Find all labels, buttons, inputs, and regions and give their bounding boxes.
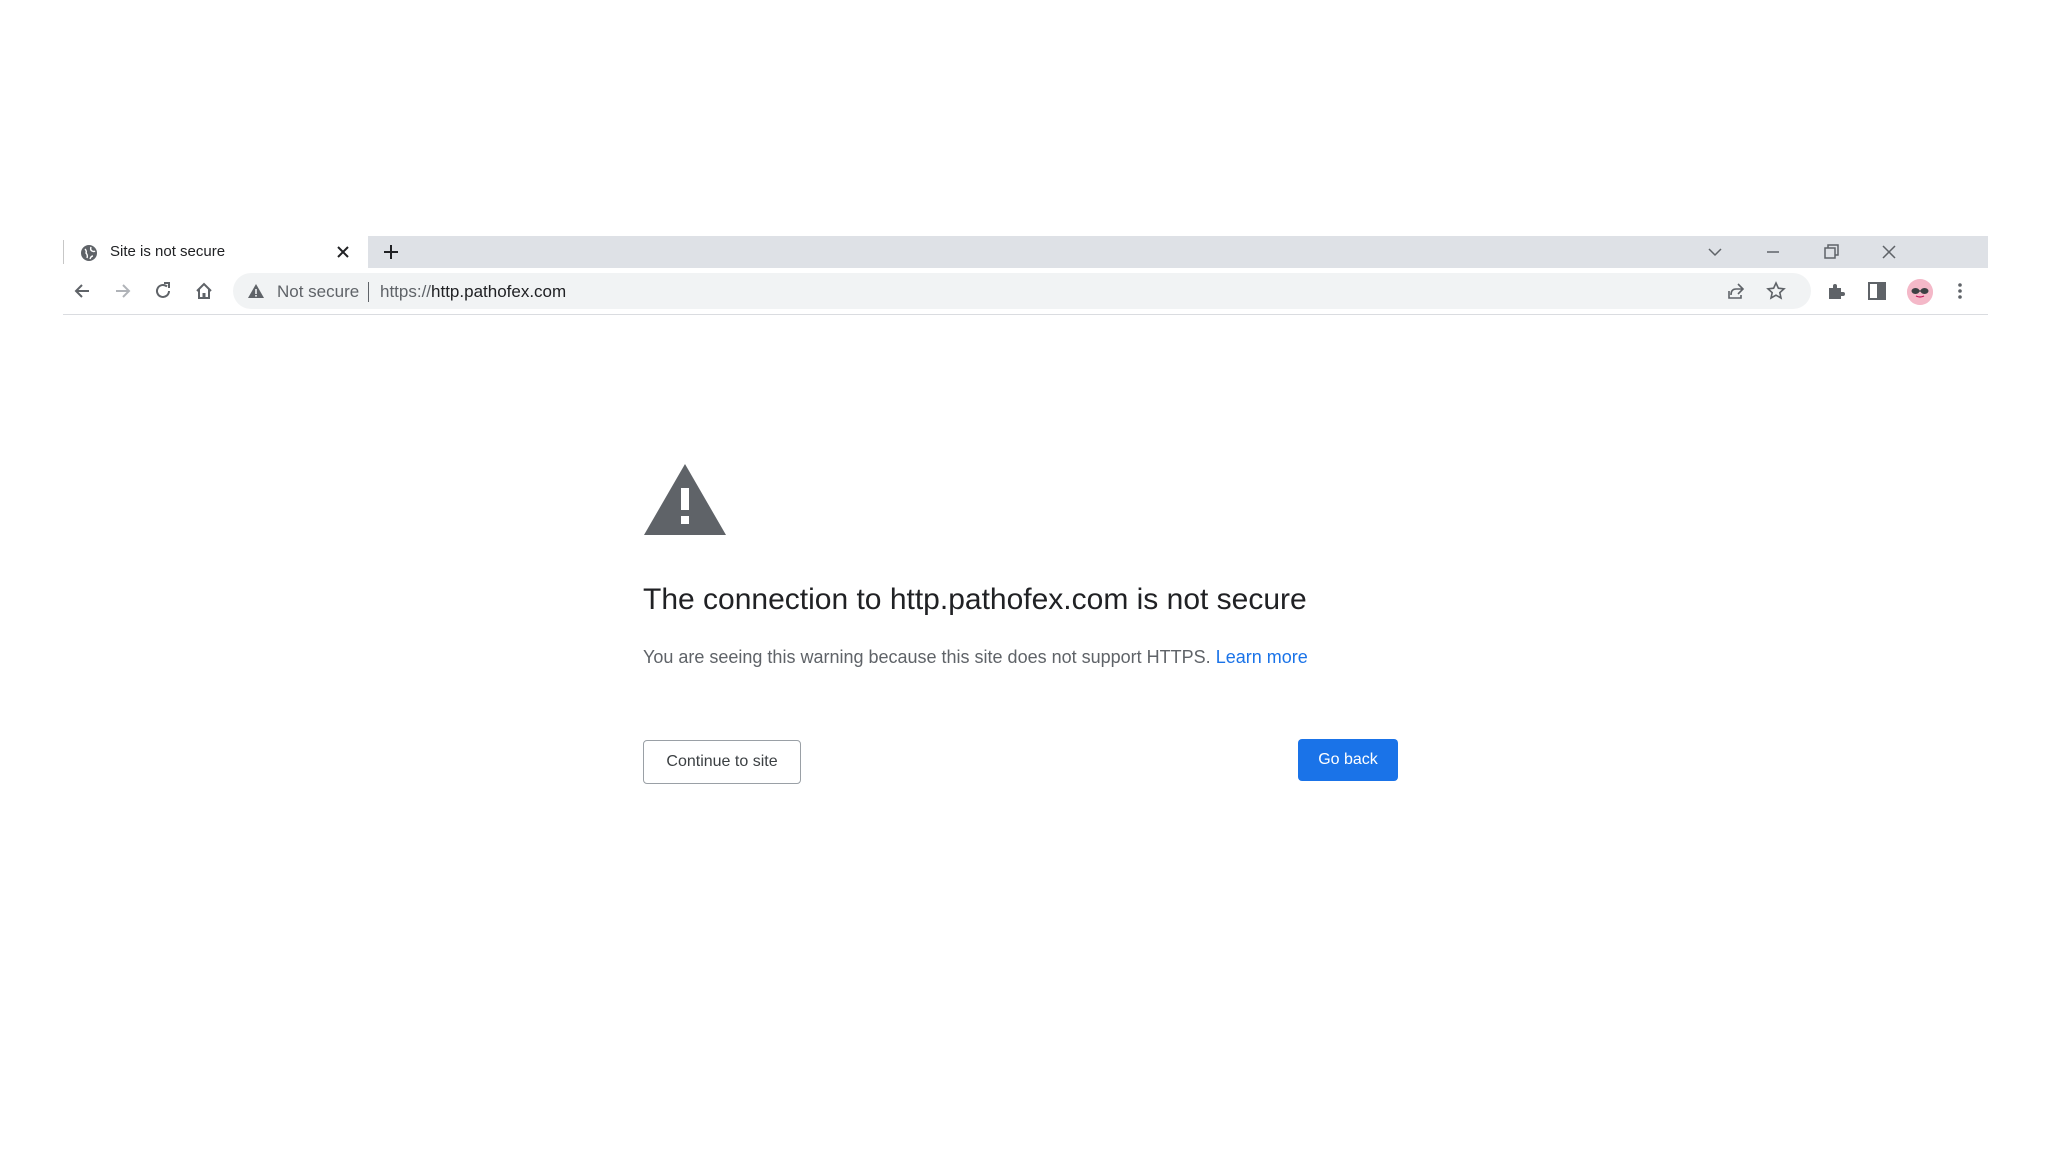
tab-title: Site is not secure [110,243,226,260]
toolbar: Not secure https://http.pathofex.com [63,268,1988,315]
close-window-icon[interactable] [1879,242,1899,262]
warning-description: You are seeing this warning because this… [643,647,1308,668]
warning-triangle-icon [644,464,726,535]
tab-search-chevron-down-icon[interactable] [1705,242,1725,262]
kebab-menu-icon[interactable] [1949,280,1971,302]
url-scheme: https:// [380,282,432,301]
interstitial-page: The connection to http.pathofex.com is n… [63,315,1988,1152]
share-icon[interactable] [1726,281,1746,301]
omnibox-divider [368,282,369,302]
browser-window: Site is not secure Not secure https://ht… [63,236,1988,1152]
globe-icon [81,245,97,261]
restore-icon[interactable] [1821,242,1841,262]
omnibox[interactable]: Not secure https://http.pathofex.com [233,273,1811,309]
page-title: The connection to http.pathofex.com is n… [643,583,1307,616]
url-host: http.pathofex.com [431,282,567,301]
tab-active[interactable]: Site is not secure [63,236,368,268]
back-arrow-left-icon[interactable] [71,280,93,302]
go-back-button[interactable]: Go back [1298,739,1398,781]
tab-strip: Site is not secure [63,236,1988,268]
tab-close-icon[interactable] [335,244,351,260]
omnibox-warning-triangle-icon[interactable] [247,282,265,300]
learn-more-link[interactable]: Learn more [1216,647,1308,667]
profile-avatar[interactable] [1907,279,1933,305]
minimize-icon[interactable] [1763,242,1783,262]
continue-to-site-button[interactable]: Continue to site [643,740,801,784]
reload-icon[interactable] [152,280,174,302]
security-chip-label[interactable]: Not secure [277,282,359,302]
avatar-glasses-icon [1907,279,1933,305]
extensions-puzzle-icon[interactable] [1825,280,1847,302]
new-tab-plus-icon[interactable] [381,242,401,262]
description-text: You are seeing this warning because this… [643,647,1211,667]
forward-arrow-right-icon[interactable] [112,280,134,302]
bookmark-star-icon[interactable] [1766,281,1786,301]
home-icon[interactable] [193,280,215,302]
tab-separator [63,240,64,264]
url-text[interactable]: https://http.pathofex.com [380,282,566,302]
side-panel-icon[interactable] [1866,280,1888,302]
